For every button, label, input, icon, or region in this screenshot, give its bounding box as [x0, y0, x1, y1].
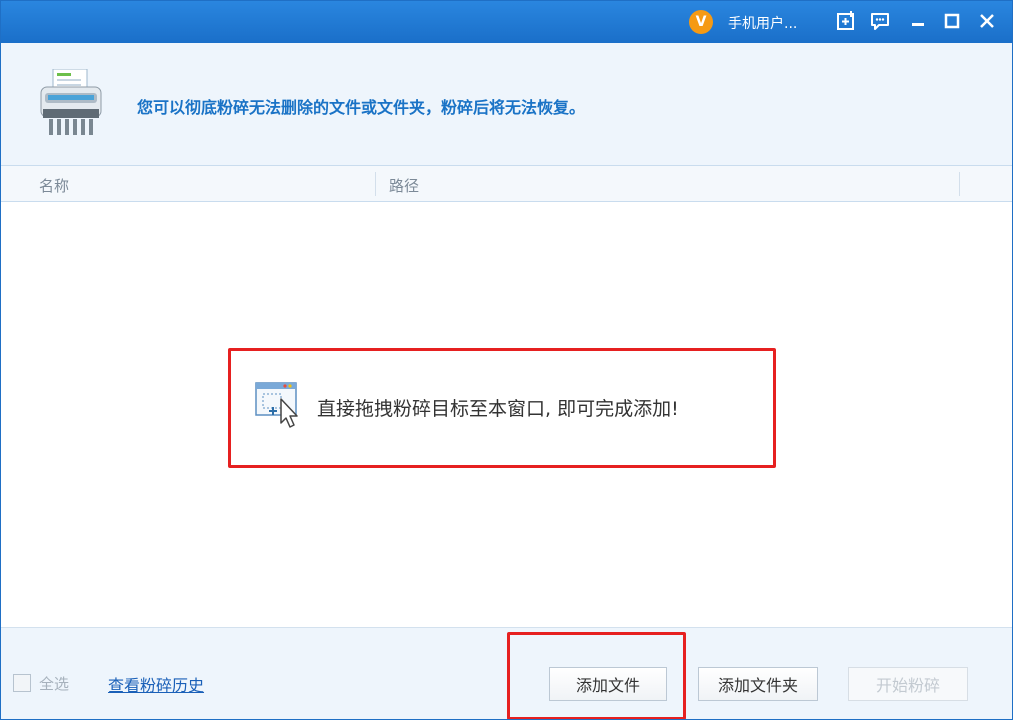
column-divider[interactable]: [959, 172, 960, 196]
minimize-icon: [912, 23, 924, 26]
column-divider[interactable]: [375, 172, 376, 196]
maximize-icon: [944, 13, 960, 29]
column-header-row: 名称 路径: [1, 166, 1012, 202]
feedback-icon: [871, 13, 889, 30]
start-shred-button[interactable]: 开始粉碎: [848, 667, 968, 701]
add-button[interactable]: [832, 7, 860, 35]
select-all-checkbox[interactable]: [13, 674, 31, 692]
maximize-button[interactable]: [938, 7, 966, 35]
footer-toolbar: 全选 查看粉碎历史 添加文件 添加文件夹 开始粉碎: [1, 627, 1012, 719]
user-name-link[interactable]: 手机用户...: [728, 13, 797, 33]
minimize-button[interactable]: [904, 7, 932, 35]
close-button[interactable]: [973, 7, 1001, 35]
vip-badge-icon[interactable]: V: [689, 10, 713, 34]
close-icon: [980, 14, 994, 28]
drag-window-icon: [255, 382, 298, 428]
select-all-label[interactable]: 全选: [39, 673, 69, 694]
add-icon: [837, 11, 854, 30]
add-file-button[interactable]: 添加文件: [549, 667, 667, 701]
header-description: 您可以彻底粉碎无法删除的文件或文件夹，粉碎后将无法恢复。: [137, 98, 586, 117]
title-bar: V 手机用户...: [1, 1, 1012, 43]
header-banner: 您可以彻底粉碎无法删除的文件或文件夹，粉碎后将无法恢复。: [1, 43, 1012, 166]
file-drop-area[interactable]: 直接拖拽粉碎目标至本窗口, 即可完成添加!: [1, 202, 1012, 627]
add-folder-button[interactable]: 添加文件夹: [698, 667, 818, 701]
column-path-header[interactable]: 路径: [389, 175, 419, 196]
shredder-window: V 手机用户... 您可以彻底粉碎无法删除的文件或文件夹，粉碎后将无法恢复。 名…: [0, 0, 1013, 720]
drop-hint-text: 直接拖拽粉碎目标至本窗口, 即可完成添加!: [317, 398, 679, 420]
drop-hint-highlight: 直接拖拽粉碎目标至本窗口, 即可完成添加!: [228, 348, 776, 468]
shredder-icon: [40, 69, 102, 135]
feedback-button[interactable]: [866, 7, 894, 35]
view-history-link[interactable]: 查看粉碎历史: [108, 672, 204, 696]
column-name-header[interactable]: 名称: [39, 175, 69, 196]
